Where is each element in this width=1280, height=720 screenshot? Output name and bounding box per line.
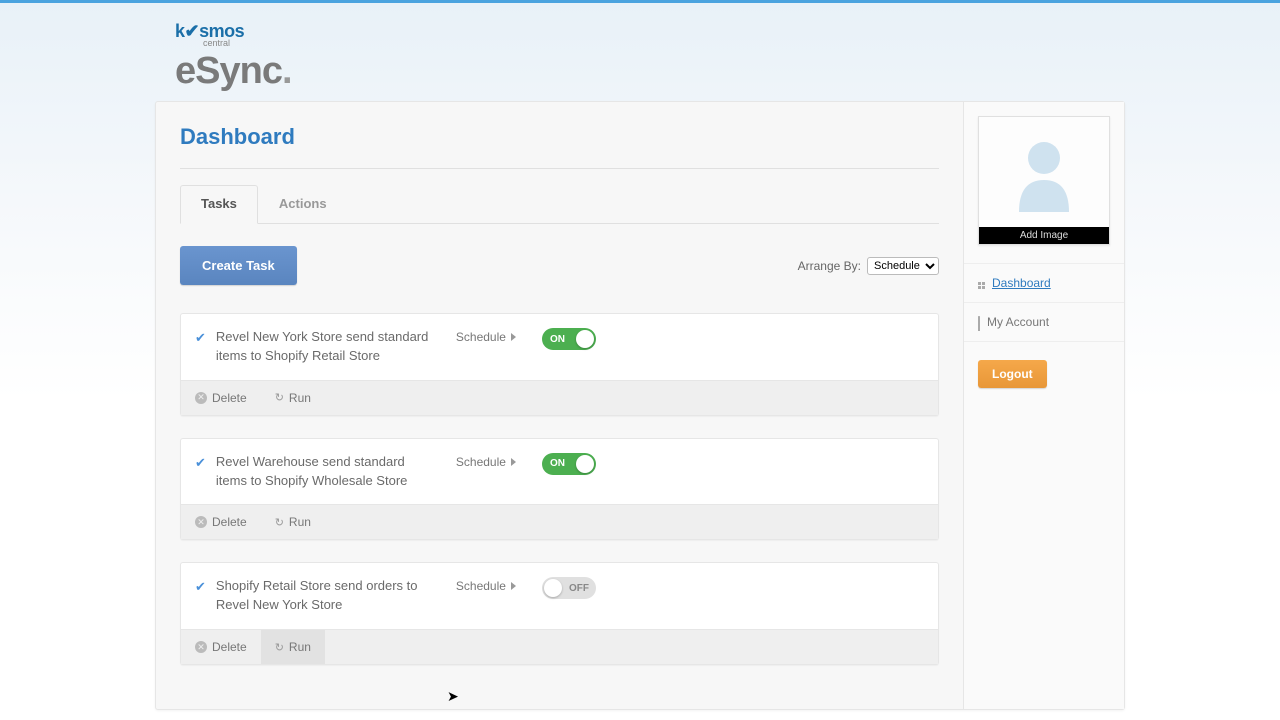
toggle-knob	[576, 455, 594, 473]
task-title: Revel Warehouse send standard items to S…	[216, 453, 446, 491]
run-label: Run	[289, 391, 311, 405]
headphones-icon	[978, 317, 980, 328]
task-actions: ✕ Delete ↻ Run	[181, 380, 938, 415]
task-title: Revel New York Store send standard items…	[216, 328, 446, 366]
delete-button[interactable]: ✕ Delete	[181, 381, 261, 415]
task-card: ✔ Revel Warehouse send standard items to …	[180, 438, 939, 541]
page-title: Dashboard	[180, 124, 939, 150]
toggle-label: ON	[550, 458, 565, 469]
logo-esync: eSync.	[175, 50, 1125, 93]
arrange-select[interactable]: Schedule	[867, 257, 939, 275]
task-head: ✔ Revel Warehouse send standard items to …	[181, 439, 938, 505]
toggle-label: OFF	[569, 583, 589, 594]
grid-icon	[978, 277, 985, 289]
run-button[interactable]: ↻ Run	[261, 381, 325, 415]
avatar-icon	[1009, 132, 1079, 212]
schedule-link[interactable]: Schedule	[456, 455, 516, 469]
schedule-label: Schedule	[456, 579, 506, 593]
task-toggle[interactable]: OFF	[542, 577, 596, 599]
toggle-knob	[576, 330, 594, 348]
toggle-knob	[544, 579, 562, 597]
logo-area: k✔smos central eSync.	[155, 3, 1125, 101]
task-toggle[interactable]: ON	[542, 453, 596, 475]
tab-actions[interactable]: Actions	[258, 185, 348, 224]
run-label: Run	[289, 640, 311, 654]
refresh-icon: ↻	[275, 641, 284, 654]
content-box: Dashboard TasksActions Create Task Arran…	[155, 101, 1125, 710]
logo-dot: .	[282, 50, 292, 92]
task-actions: ✕ Delete ↻ Run	[181, 504, 938, 539]
avatar-box: Add Image	[978, 116, 1110, 245]
schedule-link[interactable]: Schedule	[456, 330, 516, 344]
task-head: ✔ Shopify Retail Store send orders to Rev…	[181, 563, 938, 629]
schedule-label: Schedule	[456, 330, 506, 344]
run-label: Run	[289, 515, 311, 529]
close-icon: ✕	[195, 516, 207, 528]
delete-label: Delete	[212, 640, 247, 654]
logo-central: central	[203, 38, 1125, 48]
task-list: ✔ Revel New York Store send standard item…	[180, 313, 939, 665]
task-title: Shopify Retail Store send orders to Reve…	[216, 577, 446, 615]
sidebar-item-label: Dashboard	[992, 276, 1051, 290]
sidebar-item-my-account[interactable]: My Account	[964, 303, 1124, 342]
run-button[interactable]: ↻ Run	[261, 505, 325, 539]
avatar-placeholder	[979, 117, 1109, 227]
logo-k: k	[175, 21, 185, 41]
check-icon: ✔	[195, 579, 206, 595]
arrange-by: Arrange By: Schedule	[798, 257, 939, 275]
task-card: ✔ Shopify Retail Store send orders to Rev…	[180, 562, 939, 665]
check-icon: ✔	[195, 455, 206, 471]
sidebar-item-label: My Account	[987, 315, 1049, 329]
task-head: ✔ Revel New York Store send standard item…	[181, 314, 938, 380]
schedule-link[interactable]: Schedule	[456, 579, 516, 593]
logo-esync-text: eSync	[175, 50, 282, 92]
refresh-icon: ↻	[275, 391, 284, 404]
chevron-right-icon	[511, 458, 516, 466]
logout-button[interactable]: Logout	[978, 360, 1047, 388]
chevron-right-icon	[511, 582, 516, 590]
tabs: TasksActions	[180, 168, 939, 224]
refresh-icon: ↻	[275, 516, 284, 529]
task-actions: ✕ Delete ↻ Run	[181, 629, 938, 664]
chevron-right-icon	[511, 333, 516, 341]
toolbar: Create Task Arrange By: Schedule	[180, 246, 939, 285]
page-wrapper: k✔smos central eSync. Dashboard TasksAct…	[155, 3, 1125, 710]
sidebar: Add Image Dashboard My Account Logout	[964, 102, 1124, 709]
schedule-label: Schedule	[456, 455, 506, 469]
side-nav: Dashboard My Account	[964, 263, 1124, 342]
delete-label: Delete	[212, 515, 247, 529]
check-icon: ✔	[195, 330, 206, 346]
check-icon: ✔	[185, 21, 200, 41]
task-card: ✔ Revel New York Store send standard item…	[180, 313, 939, 416]
delete-button[interactable]: ✕ Delete	[181, 505, 261, 539]
arrange-label: Arrange By:	[798, 259, 861, 273]
delete-button[interactable]: ✕ Delete	[181, 630, 261, 664]
sidebar-item-dashboard[interactable]: Dashboard	[964, 263, 1124, 303]
run-button[interactable]: ↻ Run	[261, 630, 325, 664]
tab-tasks[interactable]: Tasks	[180, 185, 258, 224]
close-icon: ✕	[195, 392, 207, 404]
toggle-label: ON	[550, 334, 565, 345]
delete-label: Delete	[212, 391, 247, 405]
task-toggle[interactable]: ON	[542, 328, 596, 350]
main-panel: Dashboard TasksActions Create Task Arran…	[156, 102, 964, 709]
add-image-button[interactable]: Add Image	[979, 227, 1109, 244]
close-icon: ✕	[195, 641, 207, 653]
create-task-button[interactable]: Create Task	[180, 246, 297, 285]
